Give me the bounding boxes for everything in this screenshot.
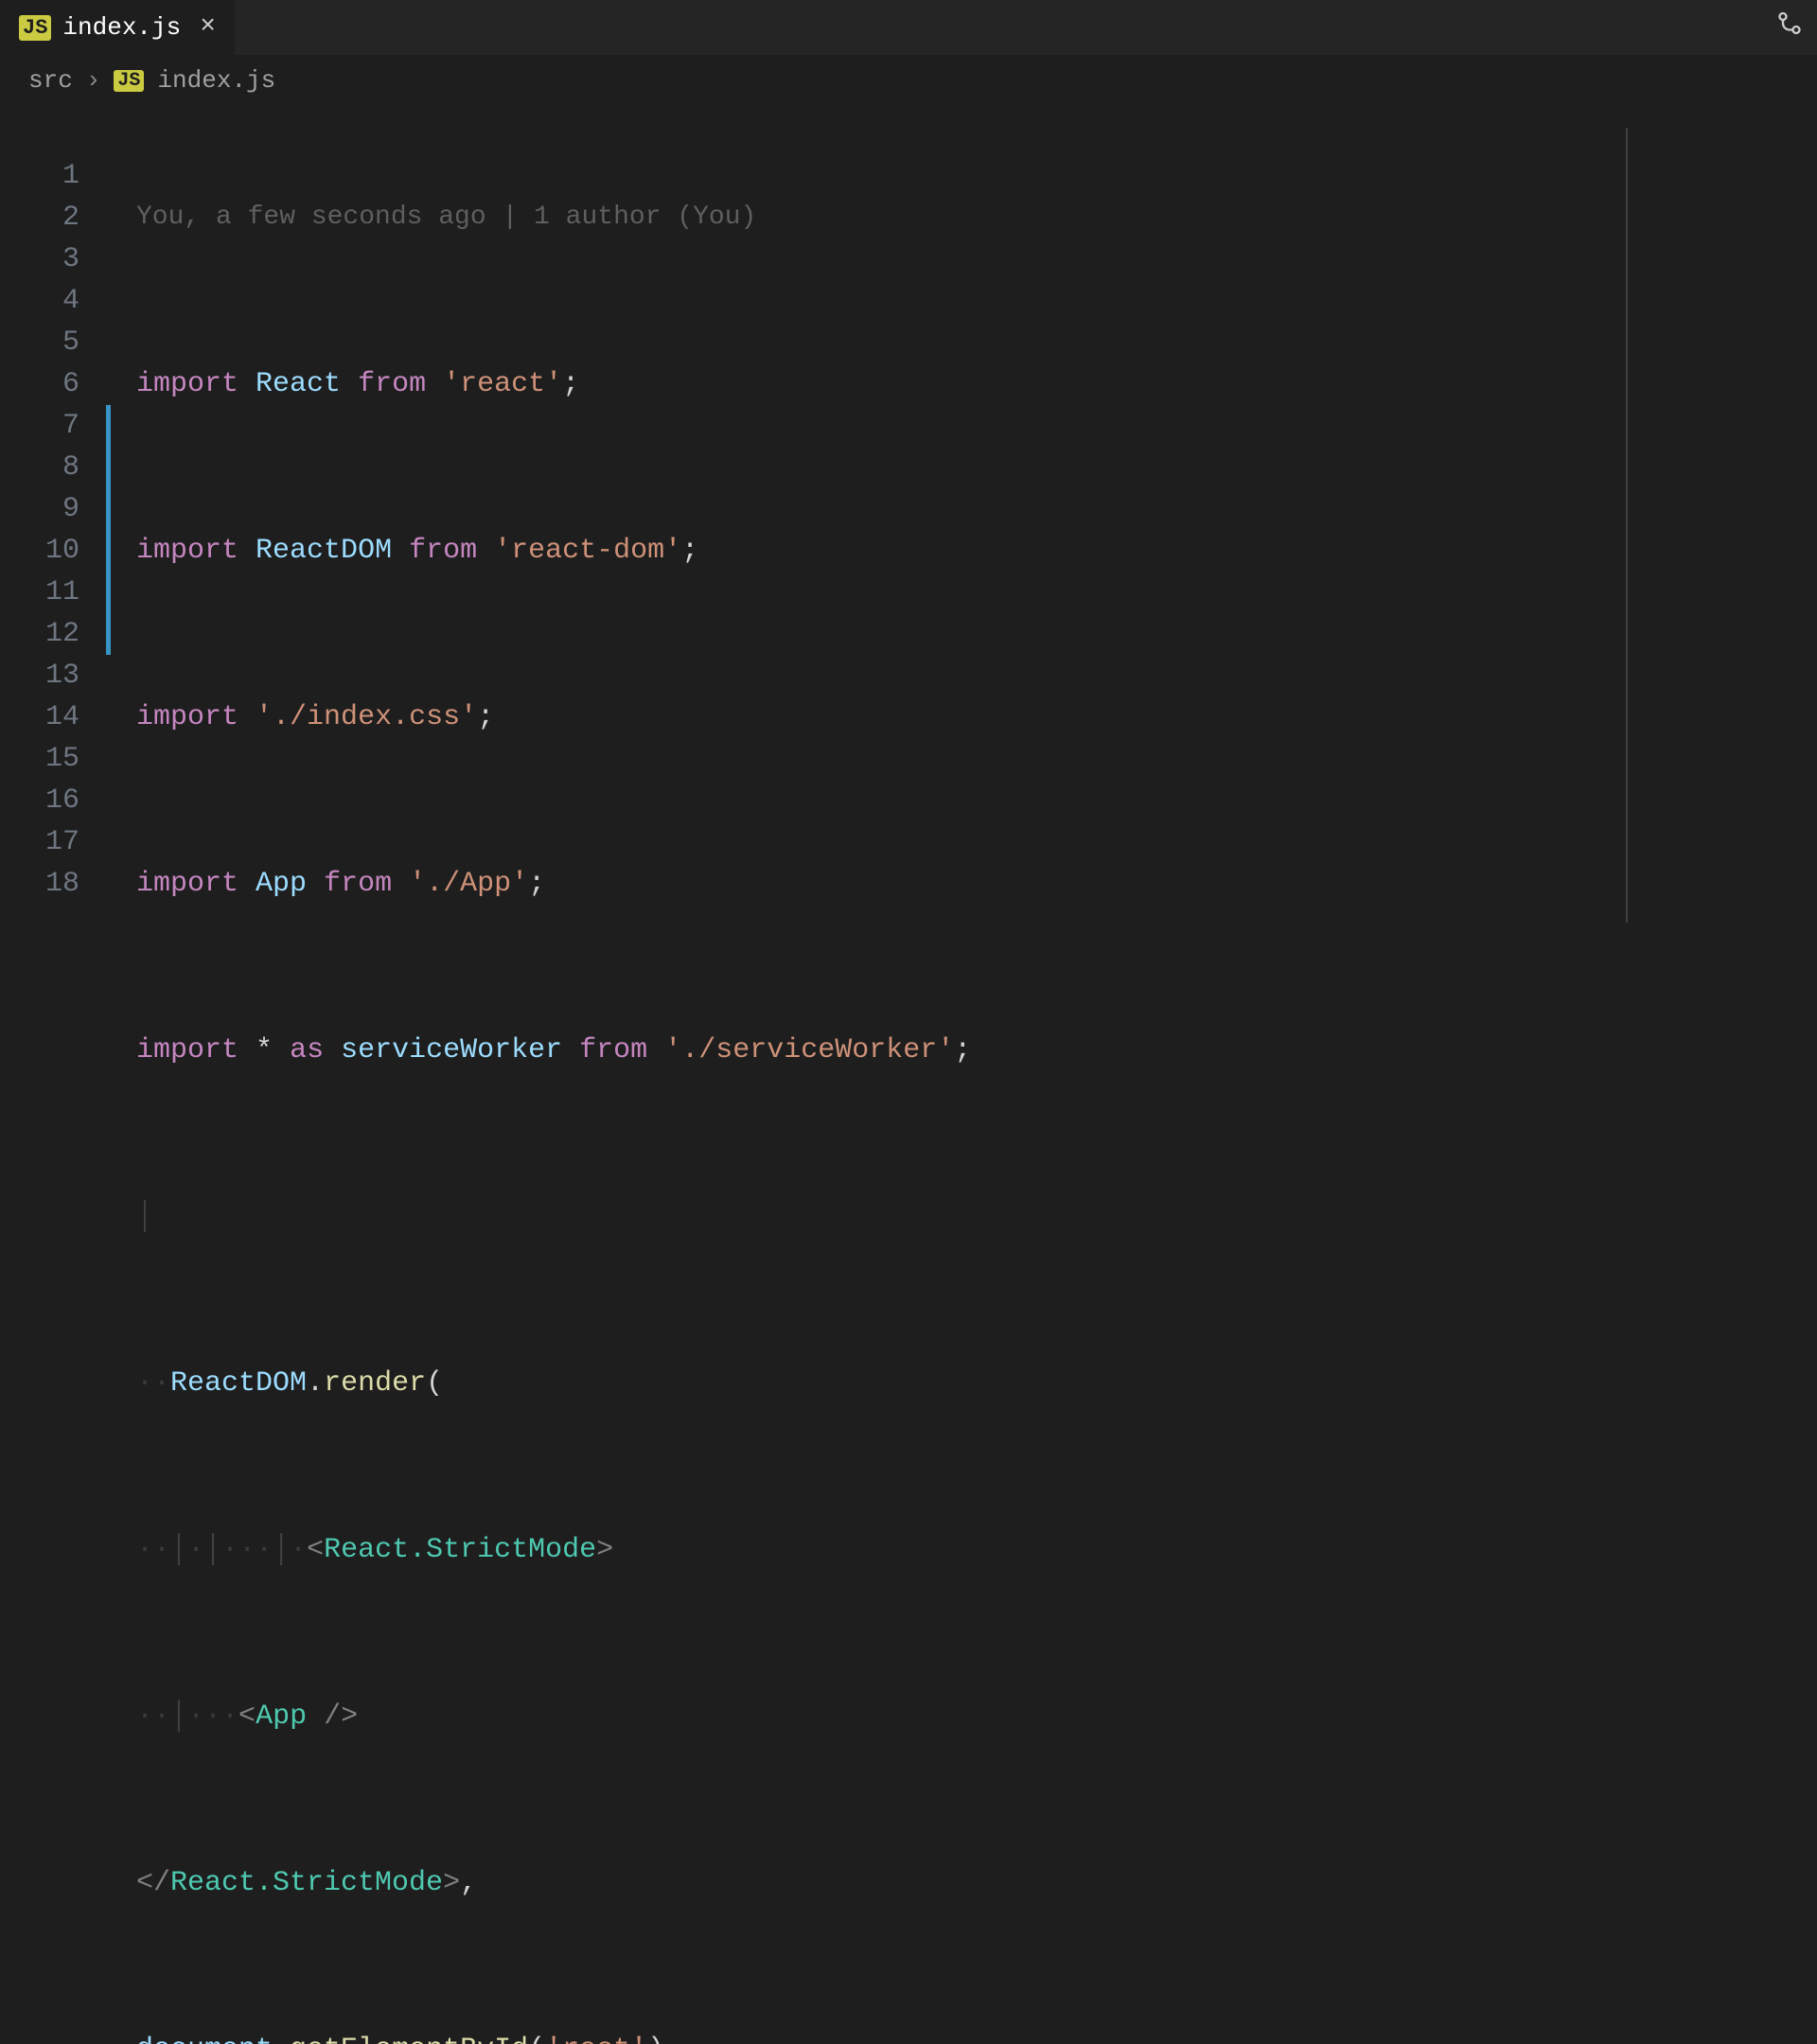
gitlens-annotation[interactable]: You, a few seconds ago | 1 author (You) — [136, 197, 1817, 238]
tabs-bar: JS index.js × — [0, 0, 1817, 55]
line-number: 15 — [0, 738, 79, 780]
line-number: 9 — [0, 488, 79, 530]
code-editor[interactable]: 1 2 3 4 5 6 7 8 9 10 11 12 13 14 15 16 1… — [0, 106, 1817, 2044]
js-file-icon: JS — [19, 15, 51, 41]
code-line: import './index.css'; — [136, 696, 1817, 738]
line-number: 16 — [0, 780, 79, 821]
close-icon[interactable]: × — [200, 14, 216, 41]
line-number: 2 — [0, 197, 79, 238]
breadcrumb[interactable]: src › JS index.js — [0, 55, 1817, 106]
line-number: 10 — [0, 530, 79, 572]
tab-label: index.js — [62, 13, 181, 42]
code-line: import * as serviceWorker from './servic… — [136, 1030, 1817, 1071]
line-number: 14 — [0, 696, 79, 738]
chevron-right-icon: › — [86, 66, 101, 95]
line-number: 7 — [0, 405, 79, 447]
line-number: 8 — [0, 447, 79, 488]
minimap-border — [1626, 128, 1628, 923]
code-line: import ReactDOM from 'react-dom'; — [136, 530, 1817, 572]
line-number: 18 — [0, 863, 79, 905]
line-number: 6 — [0, 363, 79, 405]
code-line: │ — [136, 1196, 1817, 1238]
line-number: 1 — [0, 155, 79, 197]
code-line: ··│·│···│·<React.StrictMode> — [136, 1529, 1817, 1571]
js-file-icon: JS — [114, 70, 144, 92]
tab-index-js[interactable]: JS index.js × — [0, 0, 235, 55]
code-line: ··│···<App /> — [136, 1696, 1817, 1737]
toolbar-right — [1776, 10, 1803, 45]
code-content[interactable]: You, a few seconds ago | 1 author (You) … — [112, 114, 1817, 2044]
line-number: 4 — [0, 280, 79, 322]
code-line: document.getElementById('root') — [136, 2029, 1817, 2044]
code-line: import React from 'react'; — [136, 363, 1817, 405]
breadcrumb-folder[interactable]: src — [28, 66, 73, 95]
line-number: 5 — [0, 322, 79, 363]
code-line: </React.StrictMode>, — [136, 1862, 1817, 1904]
line-number: 11 — [0, 572, 79, 613]
source-control-icon[interactable] — [1776, 16, 1803, 45]
breadcrumb-file[interactable]: index.js — [157, 66, 275, 95]
line-number: 3 — [0, 238, 79, 280]
line-number: 13 — [0, 655, 79, 696]
git-change-indicator[interactable] — [106, 405, 111, 655]
code-line: ··ReactDOM.render( — [136, 1363, 1817, 1404]
line-number-gutter: 1 2 3 4 5 6 7 8 9 10 11 12 13 14 15 16 1… — [0, 114, 106, 2044]
line-number: 12 — [0, 613, 79, 655]
code-line: import App from './App'; — [136, 863, 1817, 905]
line-number: 17 — [0, 821, 79, 863]
git-gutter — [106, 114, 112, 2044]
